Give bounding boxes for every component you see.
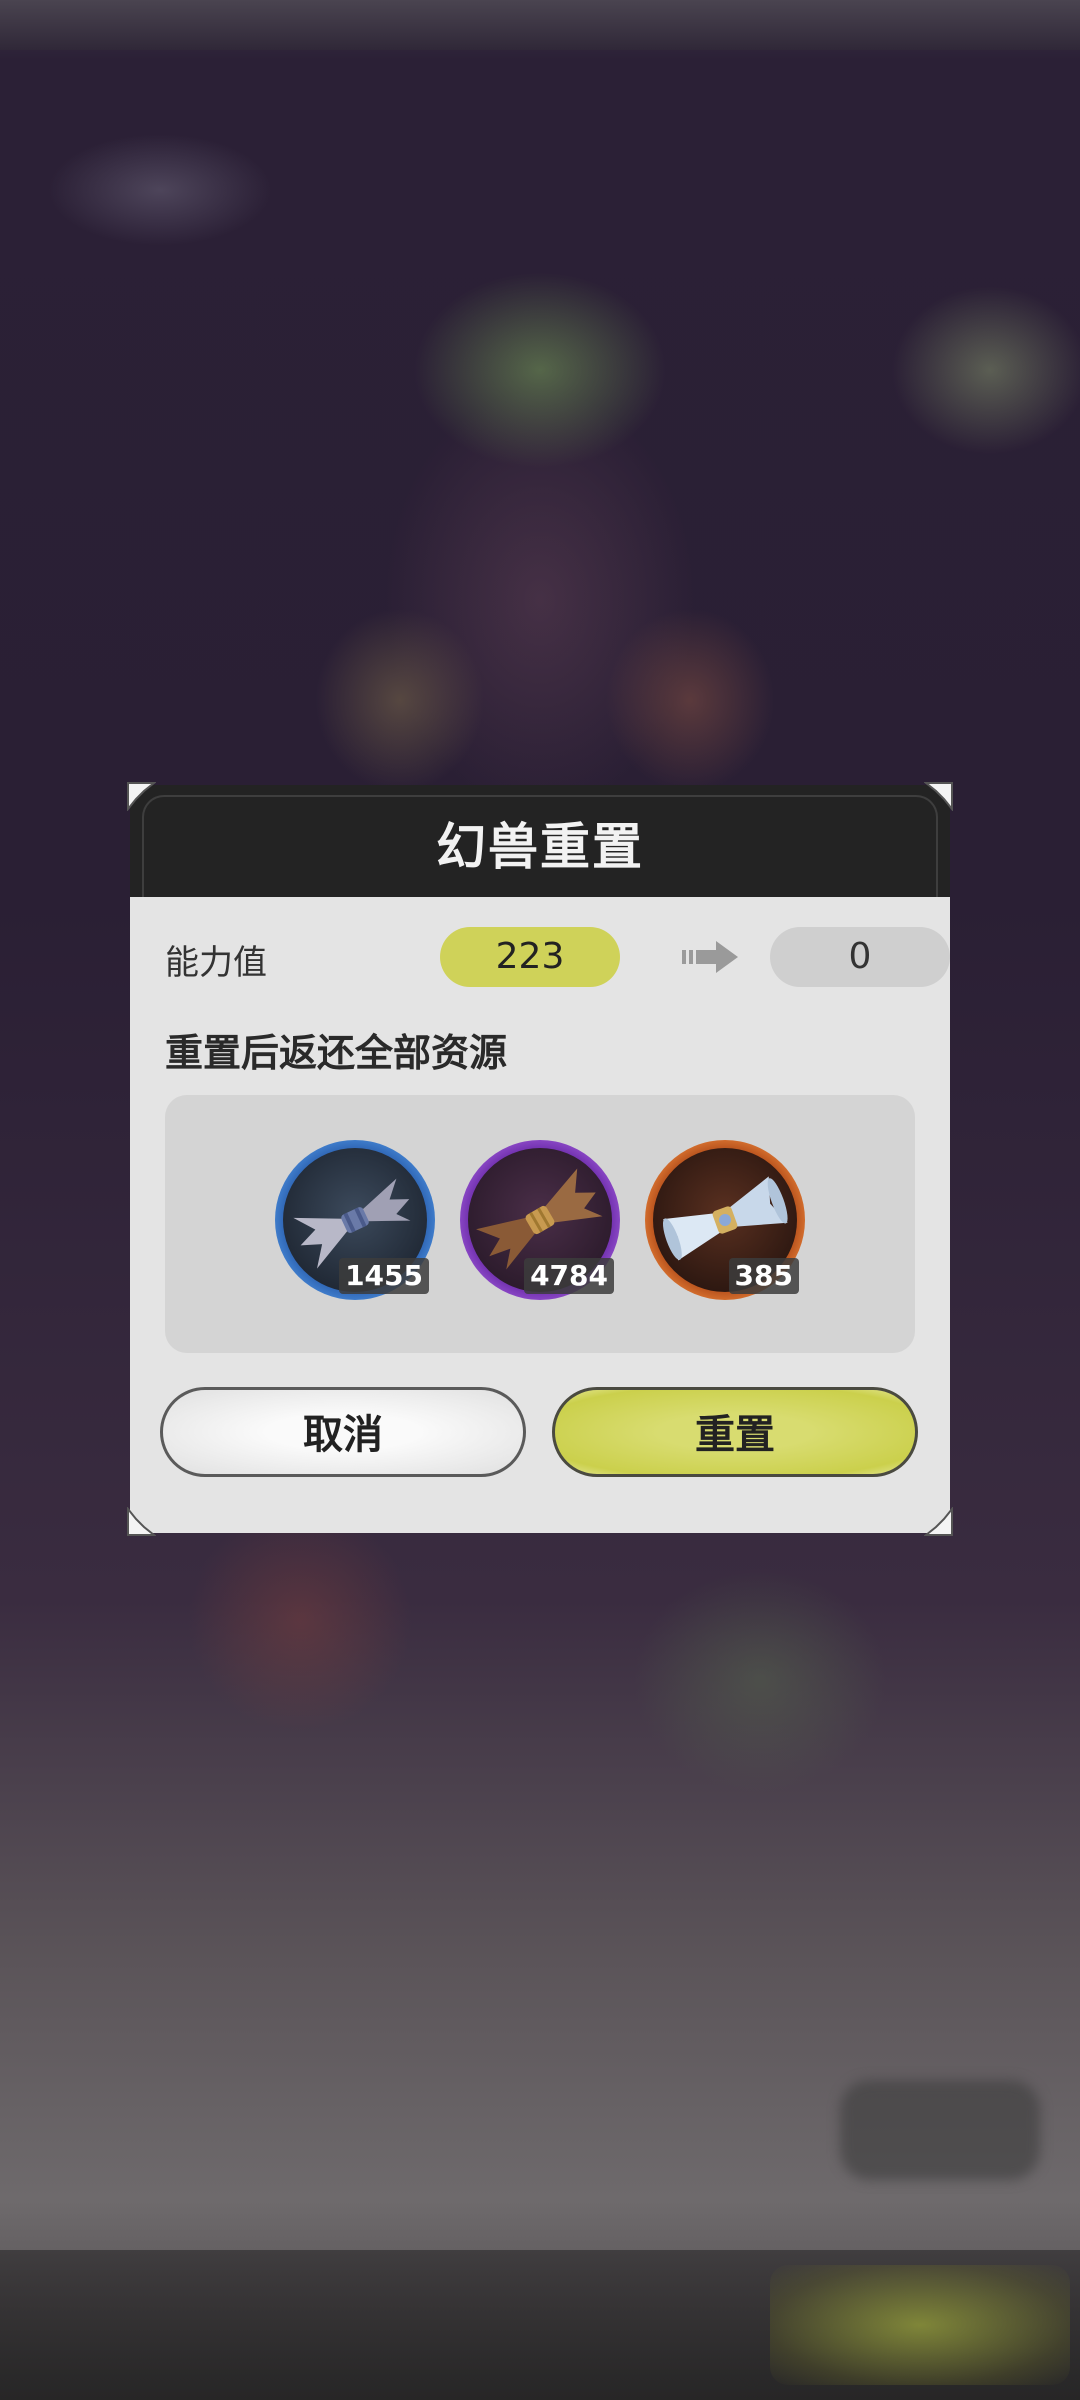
power-after-value: 0 bbox=[770, 927, 950, 987]
background-blurred-action-button bbox=[770, 2265, 1070, 2385]
corner-ornament-icon bbox=[924, 1507, 954, 1537]
power-label: 能力值 bbox=[165, 943, 267, 983]
beast-reset-dialog: 幻兽重置 能力值 223 0 重置后返还全部资源 1455 4784 385 取… bbox=[127, 782, 953, 1536]
resources-panel: 1455 4784 385 bbox=[165, 1095, 915, 1353]
resource-count: 4784 bbox=[524, 1258, 614, 1294]
background-status-bar bbox=[0, 0, 1080, 50]
power-current-value: 223 bbox=[440, 927, 620, 987]
resource-item[interactable]: 4784 bbox=[460, 1140, 620, 1300]
cancel-button[interactable]: 取消 bbox=[160, 1387, 526, 1477]
resource-count: 385 bbox=[728, 1258, 799, 1294]
dialog-body: 能力值 223 0 重置后返还全部资源 1455 4784 385 取消 重置 bbox=[130, 897, 950, 1533]
reset-button[interactable]: 重置 bbox=[552, 1387, 918, 1477]
right-arrow-icon bbox=[680, 939, 740, 975]
dialog-header: 幻兽重置 bbox=[130, 785, 950, 901]
dialog-title: 幻兽重置 bbox=[436, 818, 644, 876]
background-blurred-button bbox=[840, 2080, 1040, 2180]
corner-ornament-icon bbox=[126, 1507, 156, 1537]
resource-count: 1455 bbox=[339, 1258, 429, 1294]
resources-title: 重置后返还全部资源 bbox=[165, 1031, 508, 1075]
corner-ornament-icon bbox=[924, 781, 954, 811]
resource-item[interactable]: 385 bbox=[645, 1140, 805, 1300]
power-row: 能力值 223 0 bbox=[165, 927, 950, 987]
resource-item[interactable]: 1455 bbox=[275, 1140, 435, 1300]
corner-ornament-icon bbox=[126, 781, 156, 811]
